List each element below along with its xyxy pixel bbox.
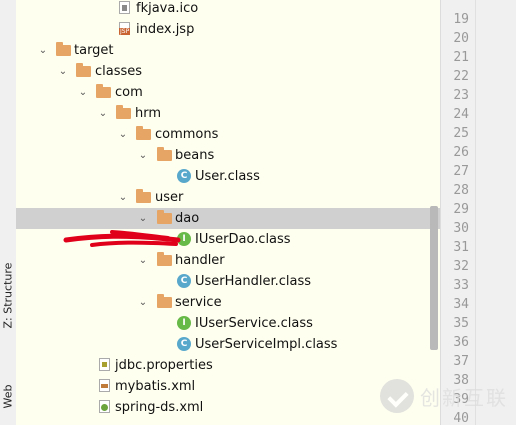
line-number: 23: [453, 88, 469, 103]
line-number: 21: [453, 50, 469, 65]
line-number: 30: [453, 221, 469, 236]
line-number: 32: [453, 259, 469, 274]
line-number: 22: [453, 69, 469, 84]
structure-tab[interactable]: Z: Structure: [2, 263, 15, 329]
tree-item-label: IUserDao.class: [195, 232, 291, 247]
line-number: 31: [453, 240, 469, 255]
vertical-scrollbar[interactable]: [430, 206, 438, 350]
spring-xml-file-icon: [99, 400, 110, 413]
tree-item-spring-ds-xml[interactable]: spring-ds.xml: [16, 397, 440, 418]
line-number: 26: [453, 145, 469, 160]
tree-item-label: UserServiceImpl.class: [195, 337, 338, 352]
folder-icon: [157, 294, 172, 308]
red-scribble-annotation: [63, 230, 181, 247]
tree-item-label: jdbc.properties: [115, 358, 213, 373]
line-number: 37: [453, 354, 469, 369]
line-number: 29: [453, 202, 469, 217]
line-number: 20: [453, 31, 469, 46]
gutter-divider: [475, 0, 476, 425]
tree-item-label: IUserService.class: [195, 316, 313, 331]
web-tab[interactable]: Web: [2, 385, 15, 409]
line-number: 27: [453, 164, 469, 179]
line-number: 35: [453, 316, 469, 331]
chevron-down-icon[interactable]: ⌄: [137, 292, 149, 313]
watermark-text: 创新互联: [420, 385, 508, 410]
line-number: 34: [453, 297, 469, 312]
interface-icon: I: [177, 316, 191, 330]
tree-item-label: mybatis.xml: [115, 379, 196, 394]
tree-item-mybatis-xml[interactable]: mybatis.xml: [16, 376, 440, 397]
watermark: 创新互联: [380, 378, 508, 414]
tree-item-label: service: [175, 295, 222, 310]
line-number: 36: [453, 335, 469, 350]
line-number: 24: [453, 107, 469, 122]
properties-file-icon: [99, 358, 110, 371]
tree-item-label: UserHandler.class: [195, 274, 312, 289]
tree-item-service[interactable]: ⌄ service: [16, 292, 440, 313]
tree-item-jdbc-properties[interactable]: jdbc.properties: [16, 355, 440, 376]
class-icon: C: [177, 337, 191, 351]
line-number: 19: [453, 12, 469, 27]
tree-item-label: spring-ds.xml: [115, 400, 204, 415]
tree-item-iuserservice-class[interactable]: I IUserService.class: [16, 313, 440, 334]
class-icon: C: [177, 274, 191, 288]
line-number: 25: [453, 126, 469, 141]
xml-file-icon: [99, 379, 110, 392]
line-number: 33: [453, 278, 469, 293]
line-number-gutter: 19 20 21 22 23 24 25 26 27 28 29 30 31 3…: [440, 0, 516, 426]
tree-item-label: User.class: [195, 169, 260, 184]
tree-item-userhandler-class[interactable]: C UserHandler.class: [16, 271, 440, 292]
line-number: 28: [453, 183, 469, 198]
tree-item-userserviceimpl-class[interactable]: C UserServiceImpl.class: [16, 334, 440, 355]
watermark-logo-icon: [380, 379, 414, 413]
